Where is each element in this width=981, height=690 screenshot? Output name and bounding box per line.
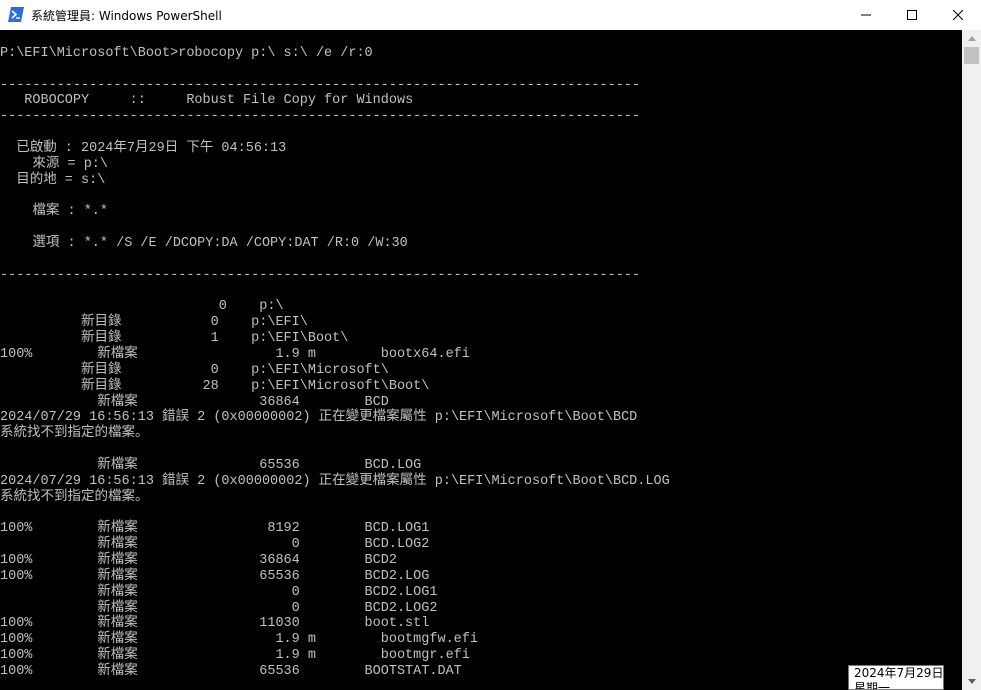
minimize-button[interactable] <box>843 0 889 30</box>
console-line: 目的地 = s:\ <box>0 172 106 188</box>
console-line: 新目錄 28 p:\EFI\Microsoft\Boot\ <box>0 378 430 394</box>
console-line: 新目錄 0 p:\EFI\Microsoft\ <box>0 362 389 378</box>
vertical-scrollbar[interactable] <box>962 30 981 690</box>
scroll-down-button[interactable] <box>962 673 981 690</box>
maximize-icon <box>907 10 917 20</box>
title-bar[interactable]: 系統管理員: Windows PowerShell <box>0 0 981 30</box>
console-line: 新檔案 0 BCD2.LOG2 <box>0 600 438 616</box>
console-line: 來源 = p:\ <box>0 156 109 172</box>
console-line: ----------------------------------------… <box>0 267 641 283</box>
maximize-button[interactable] <box>889 0 935 30</box>
scroll-thumb[interactable] <box>964 47 979 64</box>
console-line: 2024/07/29 16:56:13 錯誤 2 (0x00000002) 正在… <box>0 410 638 426</box>
console-line: 100% 新檔案 36864 BCD2 <box>0 553 397 569</box>
scroll-up-button[interactable] <box>962 30 981 47</box>
console-line: 100% 新檔案 65536 BOOTSTAT.DAT <box>0 664 462 679</box>
tooltip-weekday: 星期一 <box>854 681 891 690</box>
console-line: 2024/07/29 16:56:13 錯誤 2 (0x00000002) 正在… <box>0 473 670 489</box>
window-title: 系統管理員: Windows PowerShell <box>31 9 222 23</box>
console-line: 100% 新檔案 1.9 m bootx64.efi <box>0 347 470 362</box>
console-line: 100% 新檔案 1.9 m bootmgr.efi <box>0 648 470 664</box>
chevron-up-icon <box>967 36 976 41</box>
console-line: 已啟動 : 2024年7月29日 下午 04:56:13 <box>0 140 287 156</box>
console-line: 0 p:\ <box>0 299 284 315</box>
close-icon <box>953 10 963 20</box>
console-line: 系統找不到指定的檔案。 <box>0 426 149 442</box>
console-line: ----------------------------------------… <box>0 77 641 93</box>
powershell-icon <box>8 7 24 22</box>
console-line: 100% 新檔案 11030 boot.stl <box>0 616 430 632</box>
console-line: 100% 新檔案 8192 BCD.LOG1 <box>0 521 430 537</box>
console-line: 新檔案 0 BCD2.LOG1 <box>0 584 438 600</box>
console-line: 新目錄 1 p:\EFI\Boot\ <box>0 331 349 347</box>
console-line: 新檔案 0 BCD.LOG2 <box>0 537 430 553</box>
tooltip-date: 2024年7月29日 <box>854 666 944 680</box>
chevron-down-icon <box>967 679 976 684</box>
console-line: 新檔案 36864 BCD <box>0 394 389 410</box>
console-line: P:\EFI\Microsoft\Boot>robocopy p:\ s:\ /… <box>0 45 373 61</box>
minimize-icon <box>861 14 871 16</box>
console-line: 檔案 : *.* <box>0 204 109 220</box>
console-line: ----------------------------------------… <box>0 109 641 125</box>
console-line: 系統找不到指定的檔案。 <box>0 489 149 505</box>
date-tooltip: 2024年7月29日 星期一 <box>848 665 944 690</box>
console-line: 選項 : *.* /S /E /DCOPY:DA /COPY:DAT /R:0 … <box>0 236 408 252</box>
console-line: ROBOCOPY :: Robust File Copy for Windows <box>0 93 414 109</box>
console-line: 新檔案 65536 BCD.LOG <box>0 457 422 473</box>
close-button[interactable] <box>935 0 981 30</box>
console-output[interactable]: P:\EFI\Microsoft\Boot>robocopy p:\ s:\ /… <box>0 30 962 690</box>
console-line: 新目錄 0 p:\EFI\ <box>0 315 308 331</box>
console-line: 100% 新檔案 1.9 m bootmgfw.efi <box>0 632 478 648</box>
console-line: 100% 新檔案 65536 BCD2.LOG <box>0 568 430 584</box>
